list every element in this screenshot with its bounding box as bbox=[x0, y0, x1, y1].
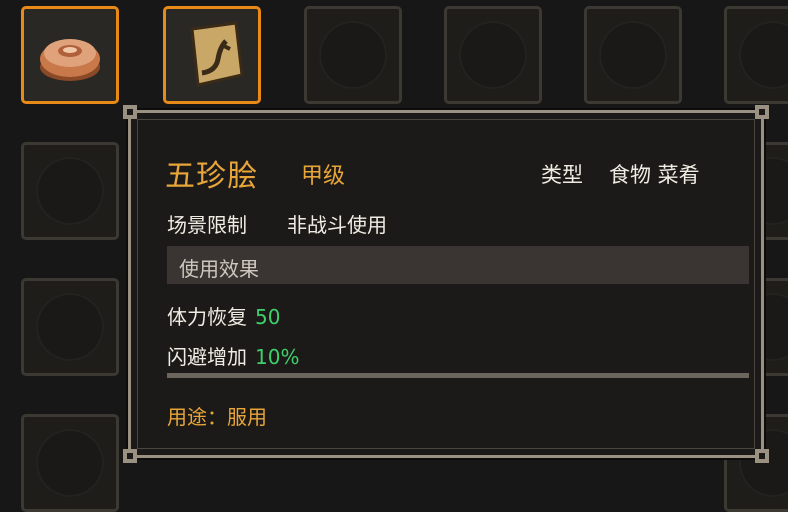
steamed-bun-icon bbox=[40, 39, 100, 81]
effect-value: 10% bbox=[255, 345, 300, 369]
scene-restriction-label: 场景限制 bbox=[167, 213, 247, 237]
effect-label: 体力恢复 bbox=[167, 305, 247, 329]
item-name: 五珍脍 bbox=[165, 159, 258, 194]
inventory-slot-5[interactable] bbox=[584, 6, 682, 104]
effect-stamina: 体力恢复 50 bbox=[167, 301, 280, 330]
item-tooltip: 五珍脍 甲级 类型 食物 菜肴 场景限制 非战斗使用 使用效果 体力恢复 50 闪… bbox=[123, 105, 769, 463]
scene-restriction-value: 非战斗使用 bbox=[287, 213, 387, 237]
item-grade: 甲级 bbox=[301, 164, 346, 189]
frame-corner bbox=[123, 105, 137, 119]
inventory-slot-9[interactable] bbox=[21, 414, 119, 512]
divider bbox=[167, 373, 749, 378]
inventory-slot-4[interactable] bbox=[444, 6, 542, 104]
type-label: 类型 bbox=[541, 163, 583, 187]
recipe-scroll-icon bbox=[190, 21, 244, 87]
effect-dodge: 闪避增加 10% bbox=[167, 341, 299, 370]
frame-corner bbox=[755, 105, 769, 119]
inventory-slot-7[interactable] bbox=[21, 142, 119, 240]
effect-label: 闪避增加 bbox=[167, 345, 247, 369]
inventory-slot-1[interactable] bbox=[21, 6, 119, 104]
inventory-slot-6[interactable] bbox=[724, 6, 788, 104]
type-value: 食物 菜肴 bbox=[609, 163, 700, 187]
inventory-slot-3[interactable] bbox=[304, 6, 402, 104]
effect-title: 使用效果 bbox=[179, 257, 259, 281]
item-usage: 用途：服用 bbox=[167, 405, 267, 429]
effect-header: 使用效果 bbox=[167, 246, 749, 284]
frame-corner bbox=[755, 449, 769, 463]
inventory-slot-2[interactable] bbox=[163, 6, 261, 104]
effect-value: 50 bbox=[255, 305, 281, 329]
inventory-slot-8[interactable] bbox=[21, 278, 119, 376]
frame-corner bbox=[123, 449, 137, 463]
